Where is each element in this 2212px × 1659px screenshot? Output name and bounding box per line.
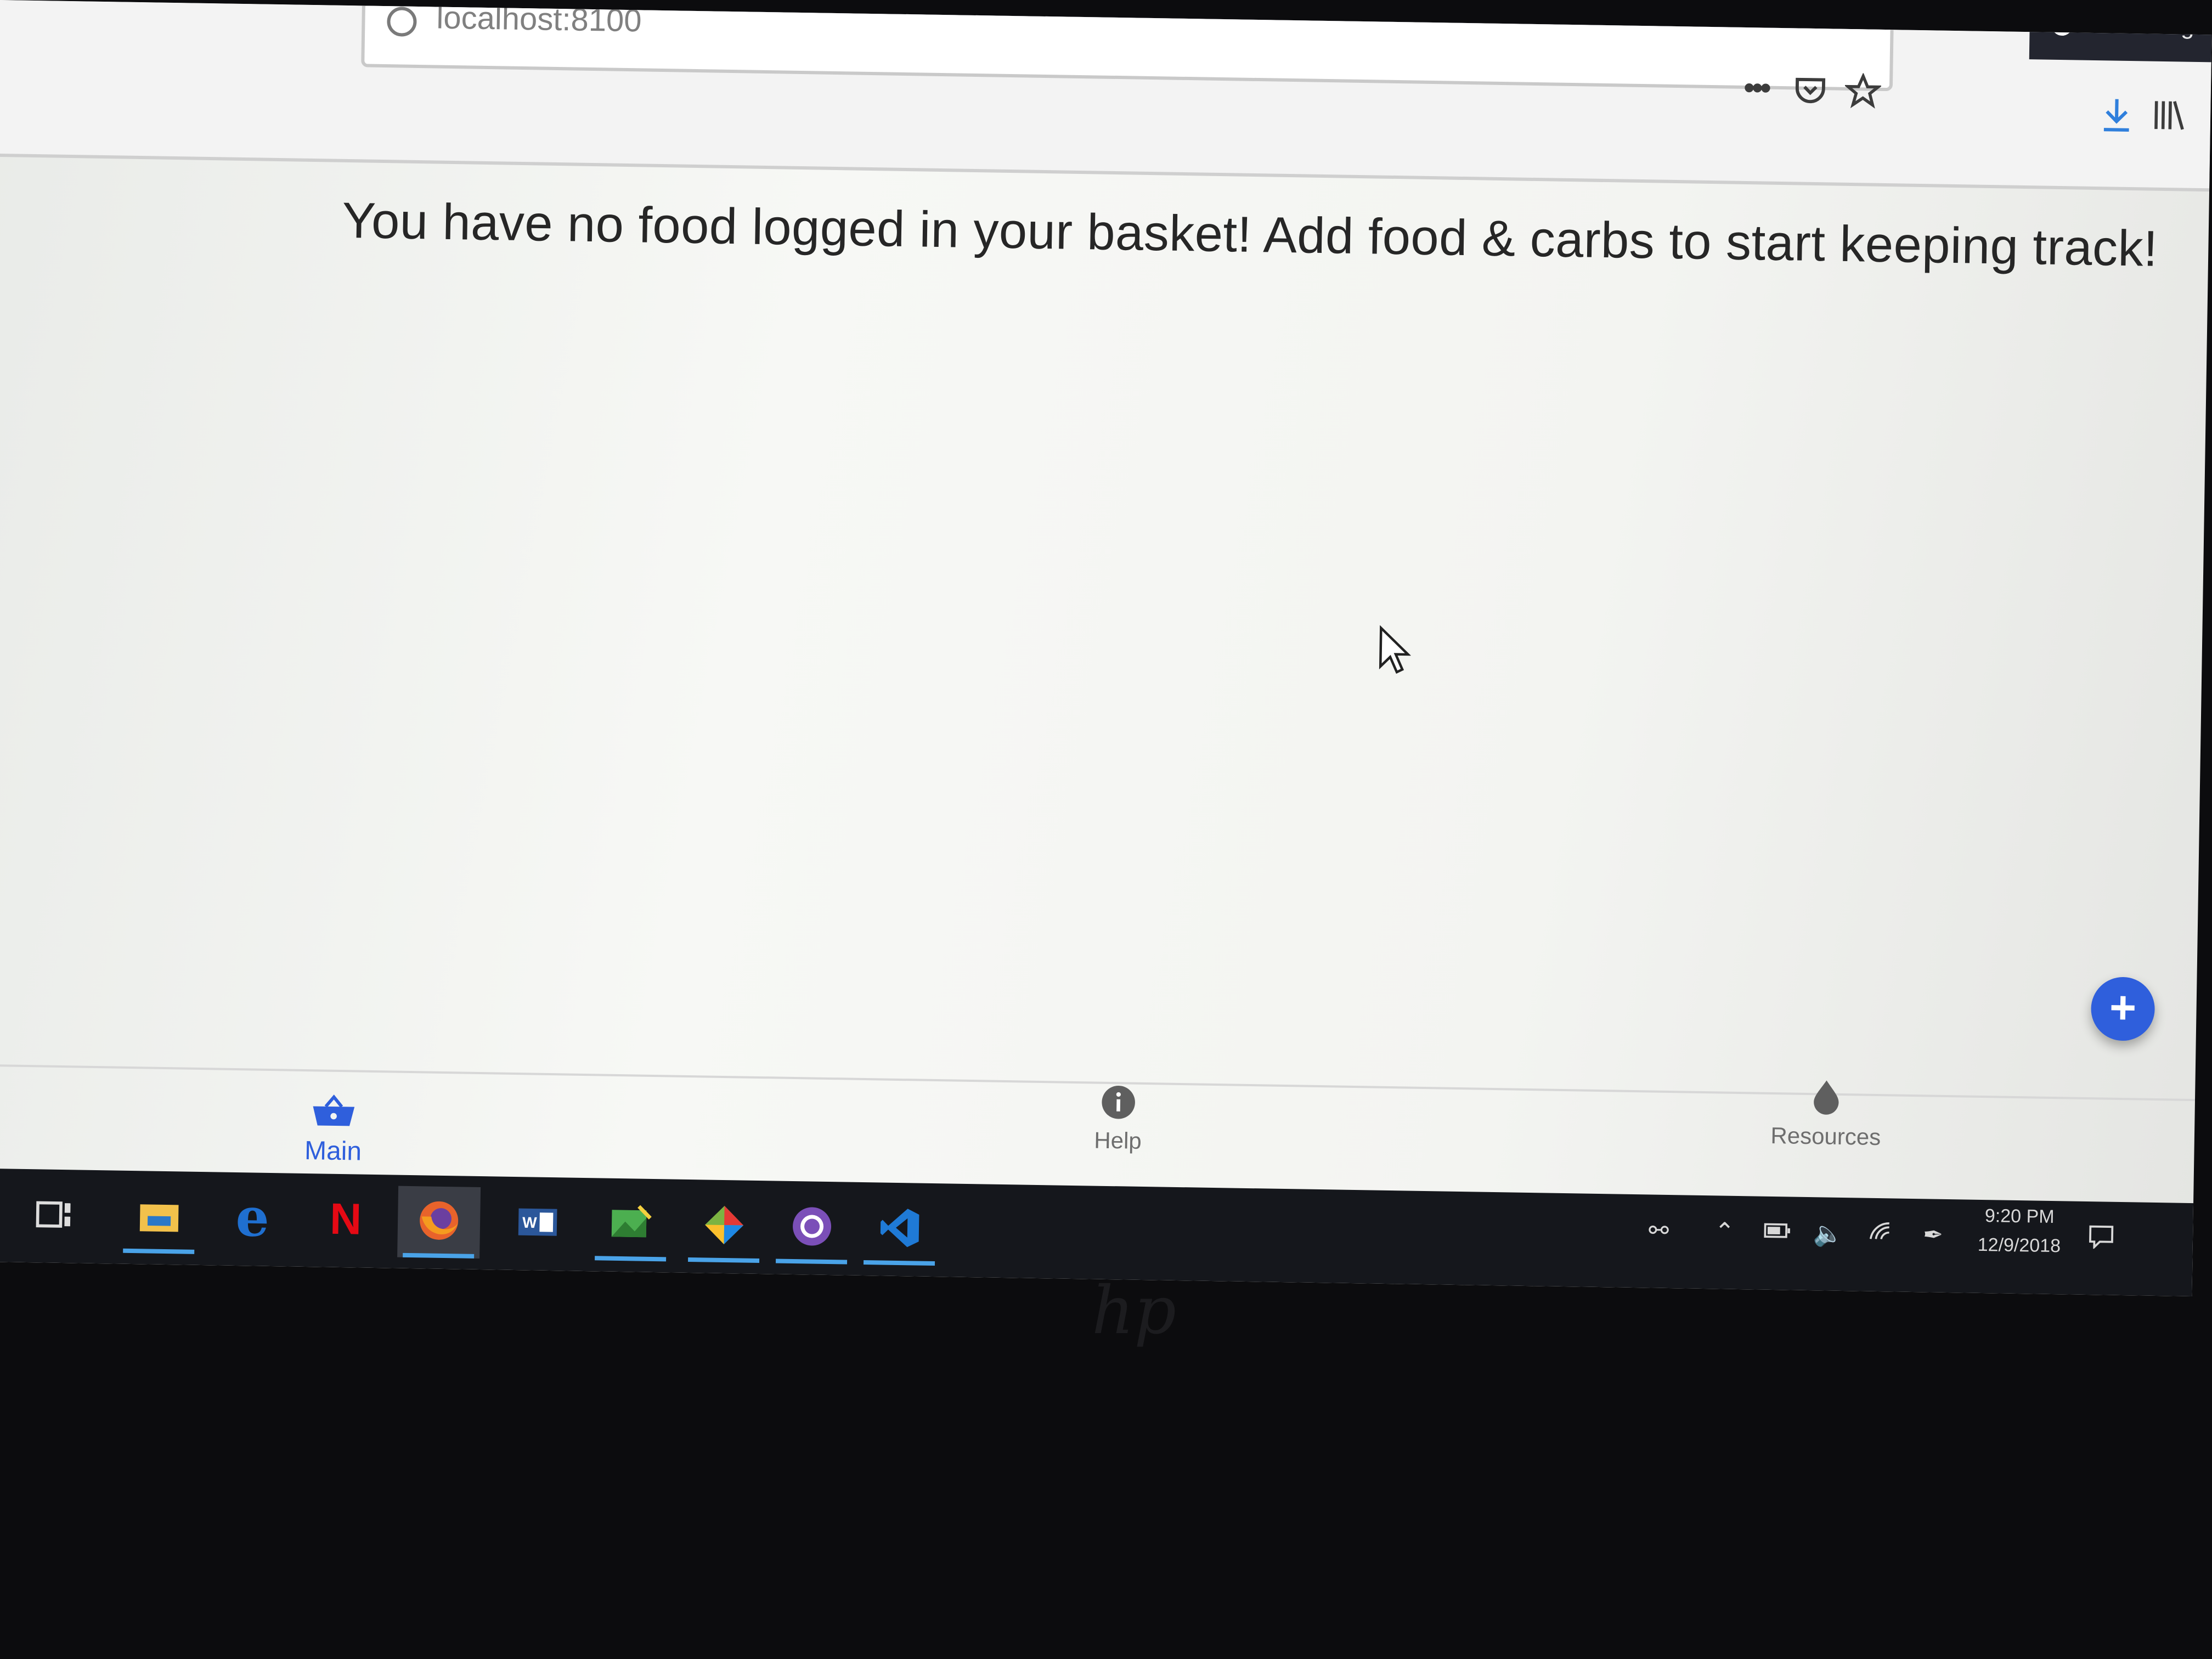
clock[interactable]: 9:20 PM 12/9/2018 (1977, 1205, 2061, 1257)
gitkraken-icon[interactable] (682, 1190, 766, 1263)
library-icon[interactable] (2151, 97, 2186, 140)
pen-icon[interactable]: ✒ (1923, 1221, 1944, 1249)
empty-basket-message: You have no food logged in your basket! … (341, 192, 2159, 277)
more-options-icon[interactable]: ••• (1743, 69, 1768, 106)
running-indicator (776, 1259, 848, 1265)
people-icon[interactable]: ⚯ (1649, 1216, 1669, 1245)
basket-icon (313, 1094, 355, 1126)
add-food-button[interactable]: + (2090, 977, 2155, 1041)
task-view-icon[interactable] (13, 1180, 97, 1252)
netflix-icon[interactable]: N (304, 1184, 387, 1257)
water-drop-icon (1814, 1080, 1839, 1115)
file-explorer-icon[interactable] (117, 1182, 201, 1254)
url-text[interactable]: localhost:8100 (436, 0, 642, 39)
chevron-up-icon[interactable]: ⌃ (1714, 1217, 1735, 1246)
mouse-cursor-icon (1379, 625, 1412, 674)
tab-resources-label: Resources (1770, 1122, 1881, 1150)
site-info-icon[interactable] (387, 7, 417, 37)
url-bar[interactable]: localhost:8100 (361, 0, 1894, 92)
wifi-icon[interactable] (1868, 1220, 1895, 1249)
tab-close-icon[interactable]: X (2006, 9, 2022, 36)
clock-date: 12/9/2018 (1977, 1234, 2061, 1257)
running-indicator (863, 1260, 935, 1266)
clock-time: 9:20 PM (1984, 1205, 2055, 1228)
github-desktop-icon[interactable] (770, 1192, 854, 1265)
tab-label: anchor tags in (2080, 10, 2211, 40)
svg-text:W: W (522, 1214, 537, 1231)
tab-help-label: Help (1094, 1127, 1142, 1154)
photos-icon[interactable] (589, 1189, 673, 1262)
edge-icon[interactable]: e (211, 1183, 294, 1255)
tab-anchor-tags[interactable]: Ganchor tags in (2029, 0, 2212, 63)
vscode-icon[interactable] (858, 1193, 941, 1266)
bookmark-star-icon[interactable] (1843, 72, 1883, 116)
info-icon (1102, 1086, 1135, 1119)
screen: Carb Loader X Ganchor tags in localhost:… (0, 0, 2212, 1297)
pocket-icon[interactable] (1792, 72, 1828, 114)
tab-resources[interactable]: Resources (1760, 1078, 1893, 1151)
hp-logo: hp (1092, 1273, 1177, 1349)
tab-main[interactable]: Main (289, 1093, 378, 1167)
browser-toolbar: Carb Loader X Ganchor tags in localhost:… (0, 0, 2212, 192)
tab-help[interactable]: Help (1074, 1084, 1163, 1154)
google-g-icon: G (2051, 15, 2073, 36)
word-icon[interactable]: W (496, 1187, 579, 1260)
download-icon[interactable] (2099, 96, 2134, 139)
firefox-icon[interactable] (397, 1186, 481, 1259)
battery-icon[interactable] (1764, 1218, 1792, 1246)
plus-icon: + (2109, 981, 2137, 1034)
running-indicator (403, 1252, 475, 1259)
tab-main-label: Main (304, 1136, 362, 1166)
notifications-icon[interactable] (2087, 1223, 2115, 1255)
running-indicator (595, 1256, 667, 1262)
running-indicator (688, 1257, 760, 1263)
running-indicator (123, 1248, 195, 1254)
volume-icon[interactable]: 🔈 (1813, 1219, 1844, 1248)
